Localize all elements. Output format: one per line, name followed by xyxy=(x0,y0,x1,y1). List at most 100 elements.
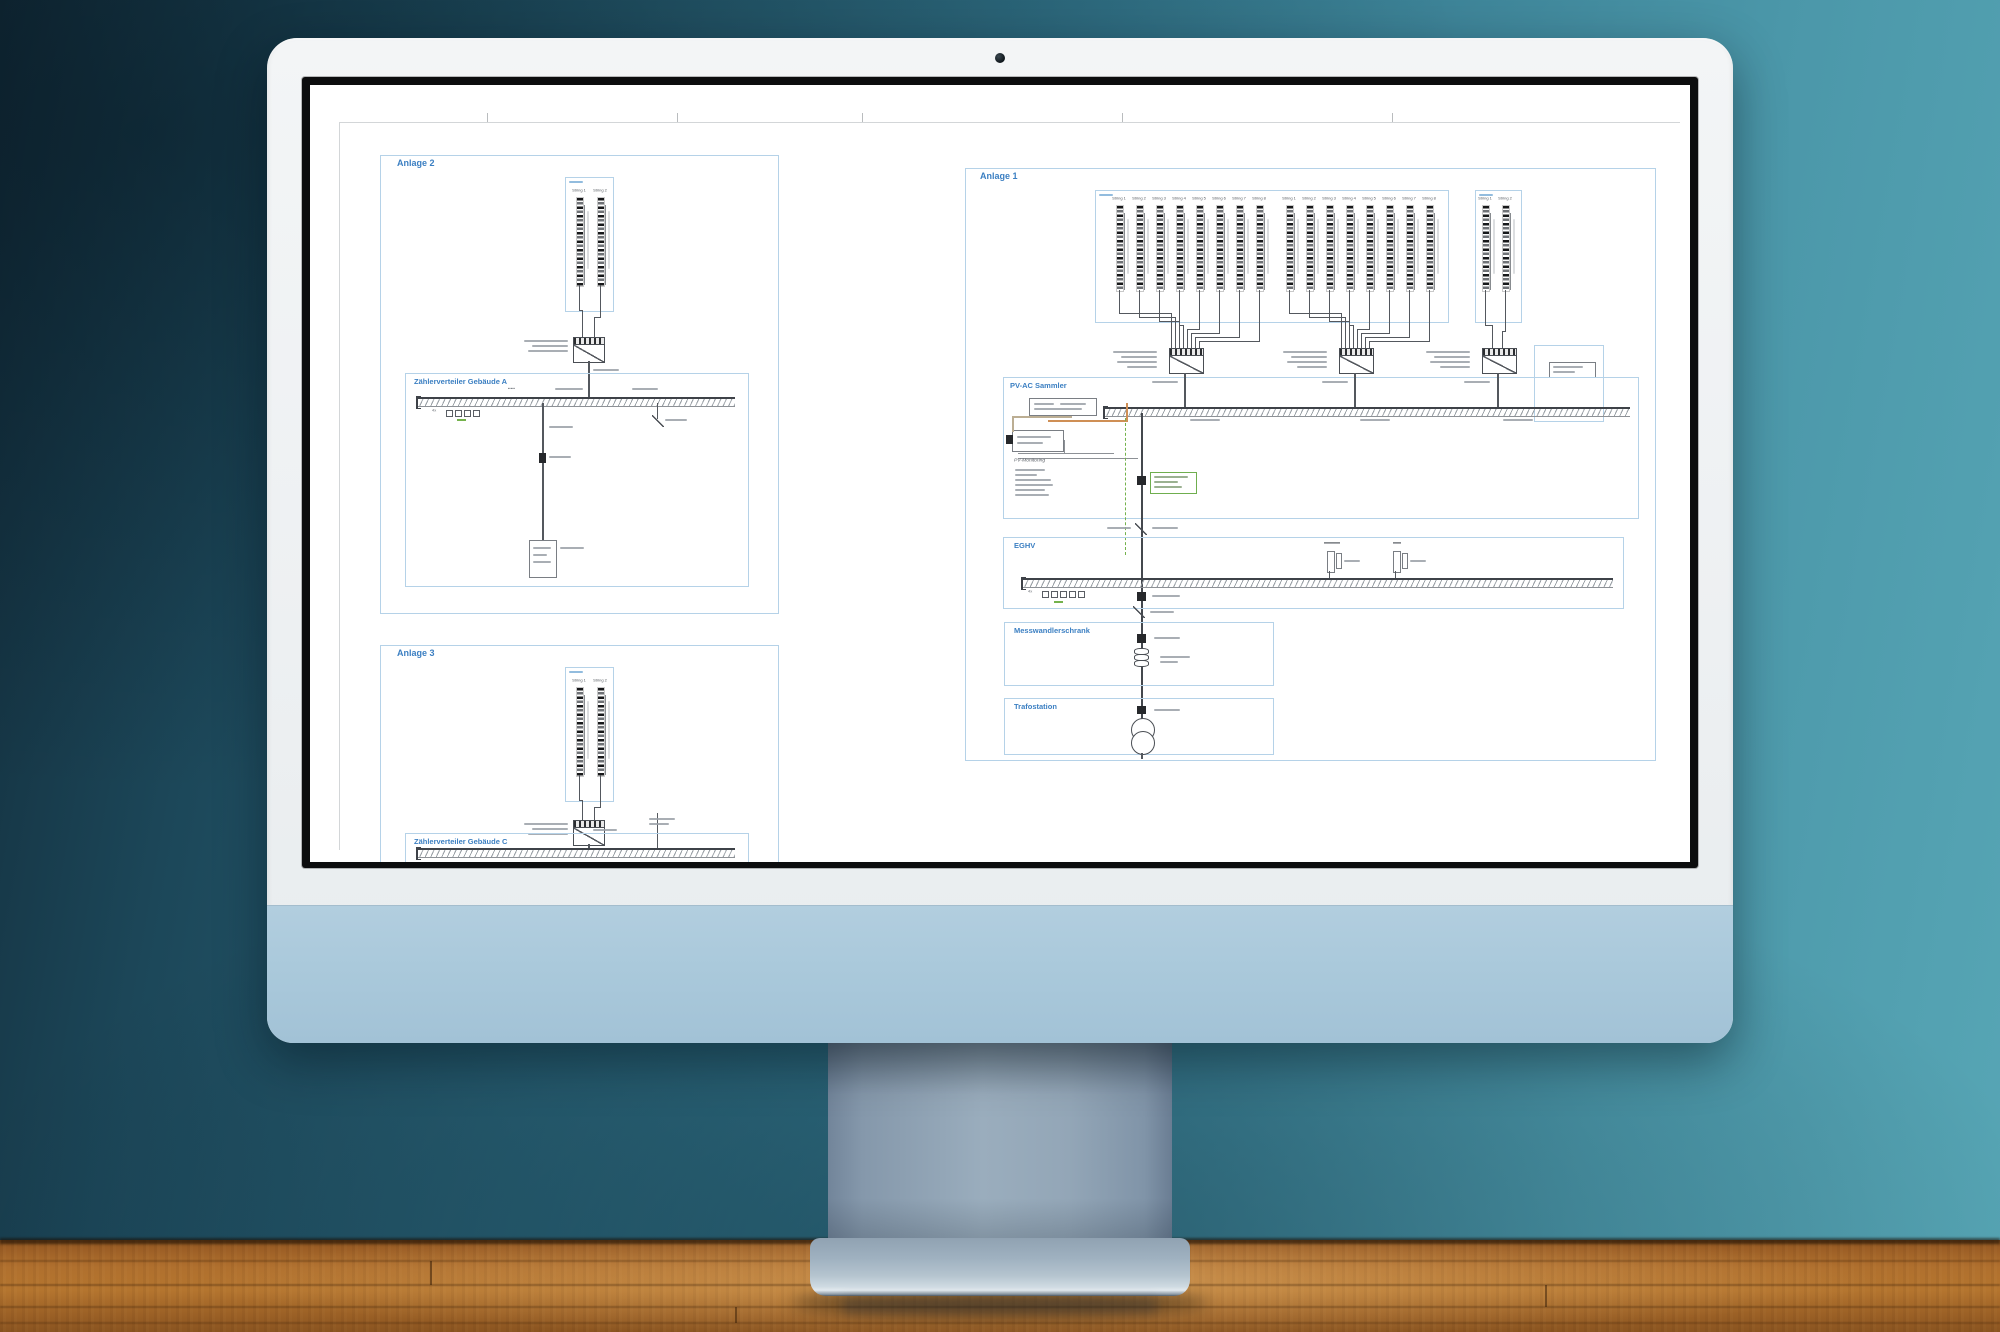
pv-string[interactable] xyxy=(1326,205,1334,292)
pv-string[interactable] xyxy=(1196,205,1204,292)
ct-label xyxy=(1160,656,1190,658)
box-pv-ac-sammler[interactable] xyxy=(1003,377,1639,519)
string-type-text xyxy=(608,701,610,759)
pv-string-return xyxy=(1354,213,1355,290)
anlage-1-title: Anlage 1 xyxy=(980,171,1018,181)
string-label: String 2 xyxy=(1299,196,1319,201)
routing-line xyxy=(1119,313,1172,314)
string-label: String 4 xyxy=(1169,196,1189,201)
pv-string[interactable] xyxy=(1306,205,1314,292)
current-transformer xyxy=(1134,660,1149,667)
busbar-gebaeude-c xyxy=(418,848,735,858)
busbar-gebaeude-a xyxy=(418,397,735,407)
desk-plank-joint xyxy=(1545,1285,1547,1307)
pv-string[interactable] xyxy=(1176,205,1184,292)
cable-label xyxy=(1360,419,1390,421)
inverter-label xyxy=(1113,351,1157,353)
green-annotation-box xyxy=(1150,472,1197,494)
tap-breaker xyxy=(1327,551,1335,573)
pv-string[interactable] xyxy=(1502,205,1510,292)
inverter-label xyxy=(1440,366,1470,368)
schematic-diagram[interactable]: Anlage 2 Zählerverteiler Gebäude A xyxy=(312,85,1690,862)
routing-line xyxy=(582,310,583,337)
power-wire xyxy=(1048,420,1128,422)
app-canvas[interactable]: Anlage 2 Zählerverteiler Gebäude A xyxy=(310,85,1690,862)
pv-string[interactable] xyxy=(1136,205,1144,292)
monitoring-controller xyxy=(1012,430,1064,452)
meter-box[interactable] xyxy=(529,540,557,578)
pv-string-return xyxy=(1434,213,1435,290)
pv-string[interactable] xyxy=(1286,205,1294,292)
pv-string[interactable] xyxy=(1406,205,1414,292)
routing-line xyxy=(1365,337,1410,338)
nh-disconnect xyxy=(1137,706,1146,714)
pv-string[interactable] xyxy=(1256,205,1264,292)
routing-line xyxy=(1119,290,1120,313)
anlage-3-strings-box[interactable] xyxy=(565,667,614,802)
pv-string[interactable] xyxy=(1216,205,1224,292)
string-label: String 2 xyxy=(1495,196,1515,201)
routing-line xyxy=(1199,290,1200,329)
string-label: String 2 xyxy=(590,678,610,683)
data-wire xyxy=(1012,416,1072,418)
routing-line xyxy=(1187,329,1200,330)
routing-line xyxy=(1289,290,1290,313)
string-type-text xyxy=(1167,219,1169,274)
cable-label xyxy=(649,823,669,825)
routing-line xyxy=(1195,337,1240,338)
fuse-strip xyxy=(1042,591,1085,598)
eghv-title: EGHV xyxy=(1014,541,1035,550)
pv-string[interactable] xyxy=(576,197,584,287)
string-label: String 6 xyxy=(1209,196,1229,201)
string-type-text xyxy=(1207,219,1209,274)
routing-line xyxy=(1139,290,1140,317)
string-label: String 5 xyxy=(1359,196,1379,201)
pv-string[interactable] xyxy=(1156,205,1164,292)
pv-string[interactable] xyxy=(1346,205,1354,292)
pv-string[interactable] xyxy=(1482,205,1490,292)
routing-line xyxy=(600,285,601,317)
routing-line xyxy=(1139,317,1176,318)
disconnect-switch xyxy=(1135,523,1147,535)
string-label: String 1 xyxy=(569,188,589,193)
routing-line xyxy=(582,800,583,820)
string-label: String 3 xyxy=(1319,196,1339,201)
tap-breaker xyxy=(1393,551,1401,573)
string-type-text xyxy=(1267,219,1269,274)
busbar-pv-ac xyxy=(1105,407,1630,417)
pv-string[interactable] xyxy=(597,197,605,287)
disconnect-switch xyxy=(652,415,664,427)
pv-string[interactable] xyxy=(1236,205,1244,292)
inverter-label xyxy=(532,345,568,347)
inverter-label xyxy=(1297,366,1327,368)
pv-string[interactable] xyxy=(1386,205,1394,292)
pv-string-return xyxy=(1224,213,1225,290)
pv-string[interactable] xyxy=(1426,205,1434,292)
pv-string[interactable] xyxy=(597,687,605,777)
pv-string-return xyxy=(1294,213,1295,290)
anlage-2-strings-box[interactable] xyxy=(565,177,614,312)
inverter-2[interactable] xyxy=(1339,355,1374,374)
routing-line xyxy=(1485,290,1486,325)
routing-line xyxy=(1357,329,1358,348)
scene: Anlage 2 Zählerverteiler Gebäude A xyxy=(0,0,2000,1332)
tap-label: ▬▬ xyxy=(1384,540,1411,545)
inverter-label xyxy=(1426,351,1470,353)
pv-string[interactable] xyxy=(1366,205,1374,292)
inverter-label xyxy=(1430,361,1470,363)
signal-wire xyxy=(1018,453,1114,454)
inverter-3[interactable] xyxy=(1482,355,1517,374)
string-label: String 8 xyxy=(1419,196,1439,201)
routing-line xyxy=(1505,290,1506,331)
inverter-1[interactable] xyxy=(1169,355,1204,374)
routing-line xyxy=(579,285,580,310)
pv-string[interactable] xyxy=(1116,205,1124,292)
string-label: String 1 xyxy=(1279,196,1299,201)
pv-string-return xyxy=(1414,213,1415,290)
box-eghv[interactable] xyxy=(1003,537,1624,609)
routing-line xyxy=(1502,331,1503,348)
string-type-text xyxy=(1357,219,1359,274)
pv-string[interactable] xyxy=(576,687,584,777)
signal-wire xyxy=(1064,440,1065,454)
data-wire xyxy=(1012,416,1014,432)
